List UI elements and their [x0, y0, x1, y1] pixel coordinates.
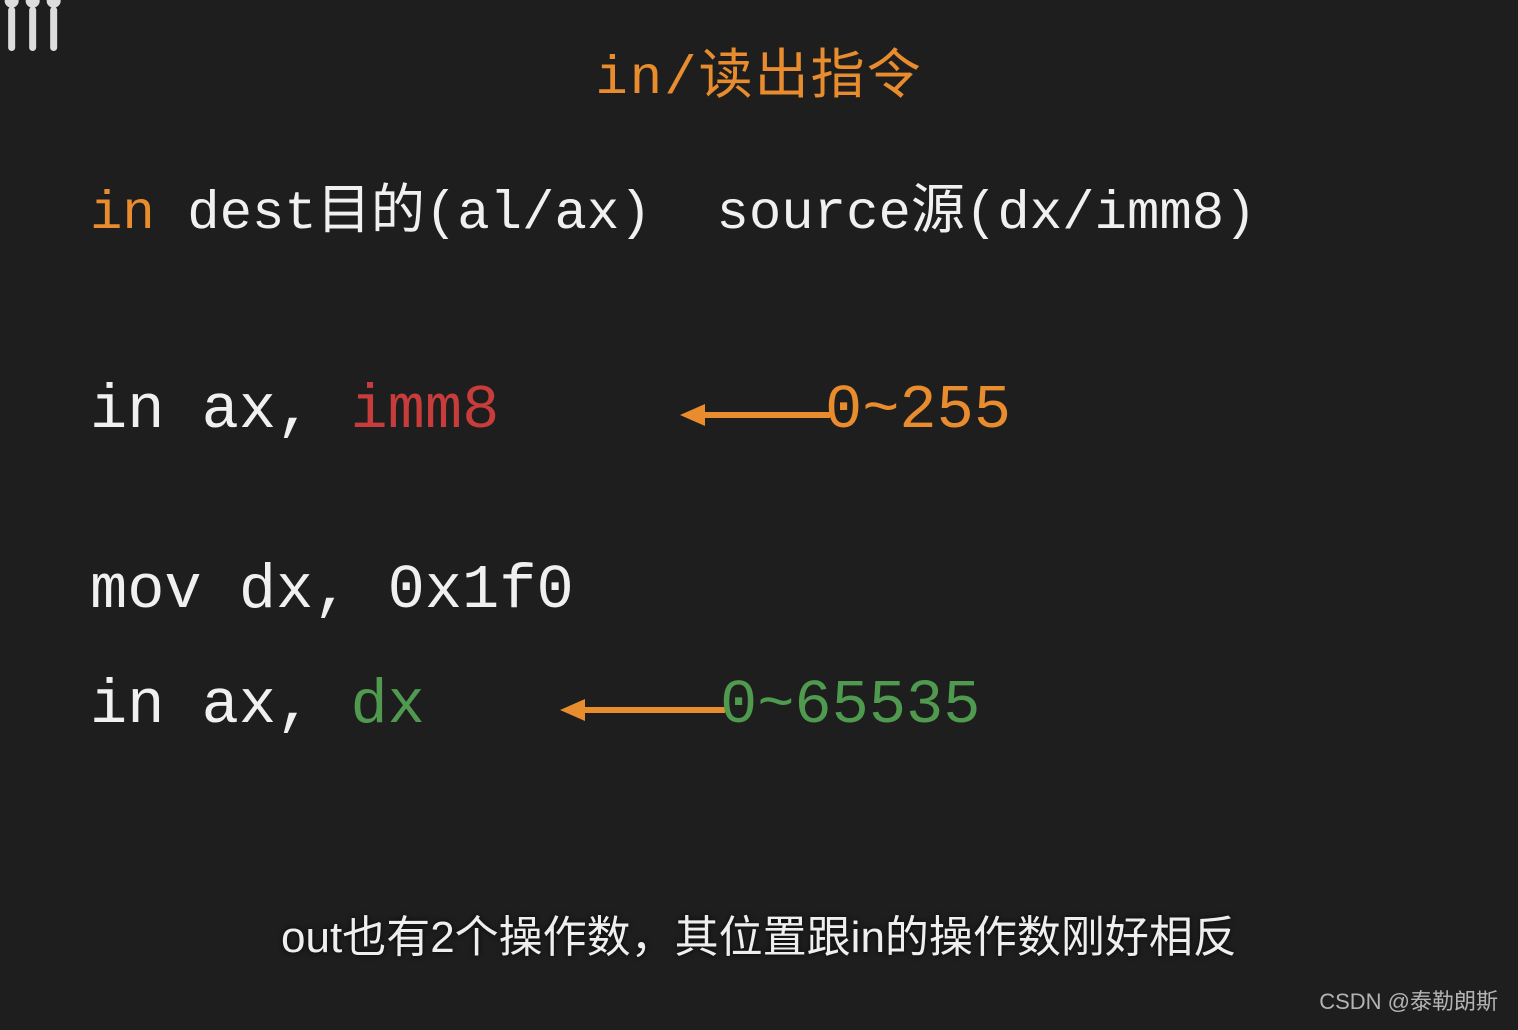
syntax-rest: dest目的(al/ax) source源(dx/imm8) — [155, 184, 1257, 245]
example-2-range: 0~65535 — [720, 670, 980, 741]
example-1-range: 0~255 — [825, 375, 1011, 446]
example-1-operand: imm8 — [350, 375, 499, 446]
slide-title: in/读出指令 — [0, 30, 1518, 110]
slide-stage: in/读出指令 in dest目的(al/ax) source源(dx/imm8… — [0, 0, 1518, 1030]
arrow-left-icon — [675, 390, 835, 440]
arrow-left-icon — [555, 685, 730, 735]
syntax-line: in dest目的(al/ax) source源(dx/imm8) — [90, 165, 1257, 245]
syntax-keyword: in — [90, 184, 155, 245]
example-1: in ax, imm8 — [90, 375, 499, 446]
csdn-watermark: CSDN @泰勒朗斯 — [1319, 984, 1498, 1016]
video-subtitle: out也有2个操作数，其位置跟in的操作数刚好相反 — [0, 901, 1518, 965]
example-1-prefix: in ax, — [90, 375, 350, 446]
example-2: in ax, dx — [90, 670, 425, 741]
mov-line: mov dx, 0x1f0 — [90, 555, 574, 626]
example-2-operand: dx — [350, 670, 424, 741]
example-2-prefix: in ax, — [90, 670, 350, 741]
